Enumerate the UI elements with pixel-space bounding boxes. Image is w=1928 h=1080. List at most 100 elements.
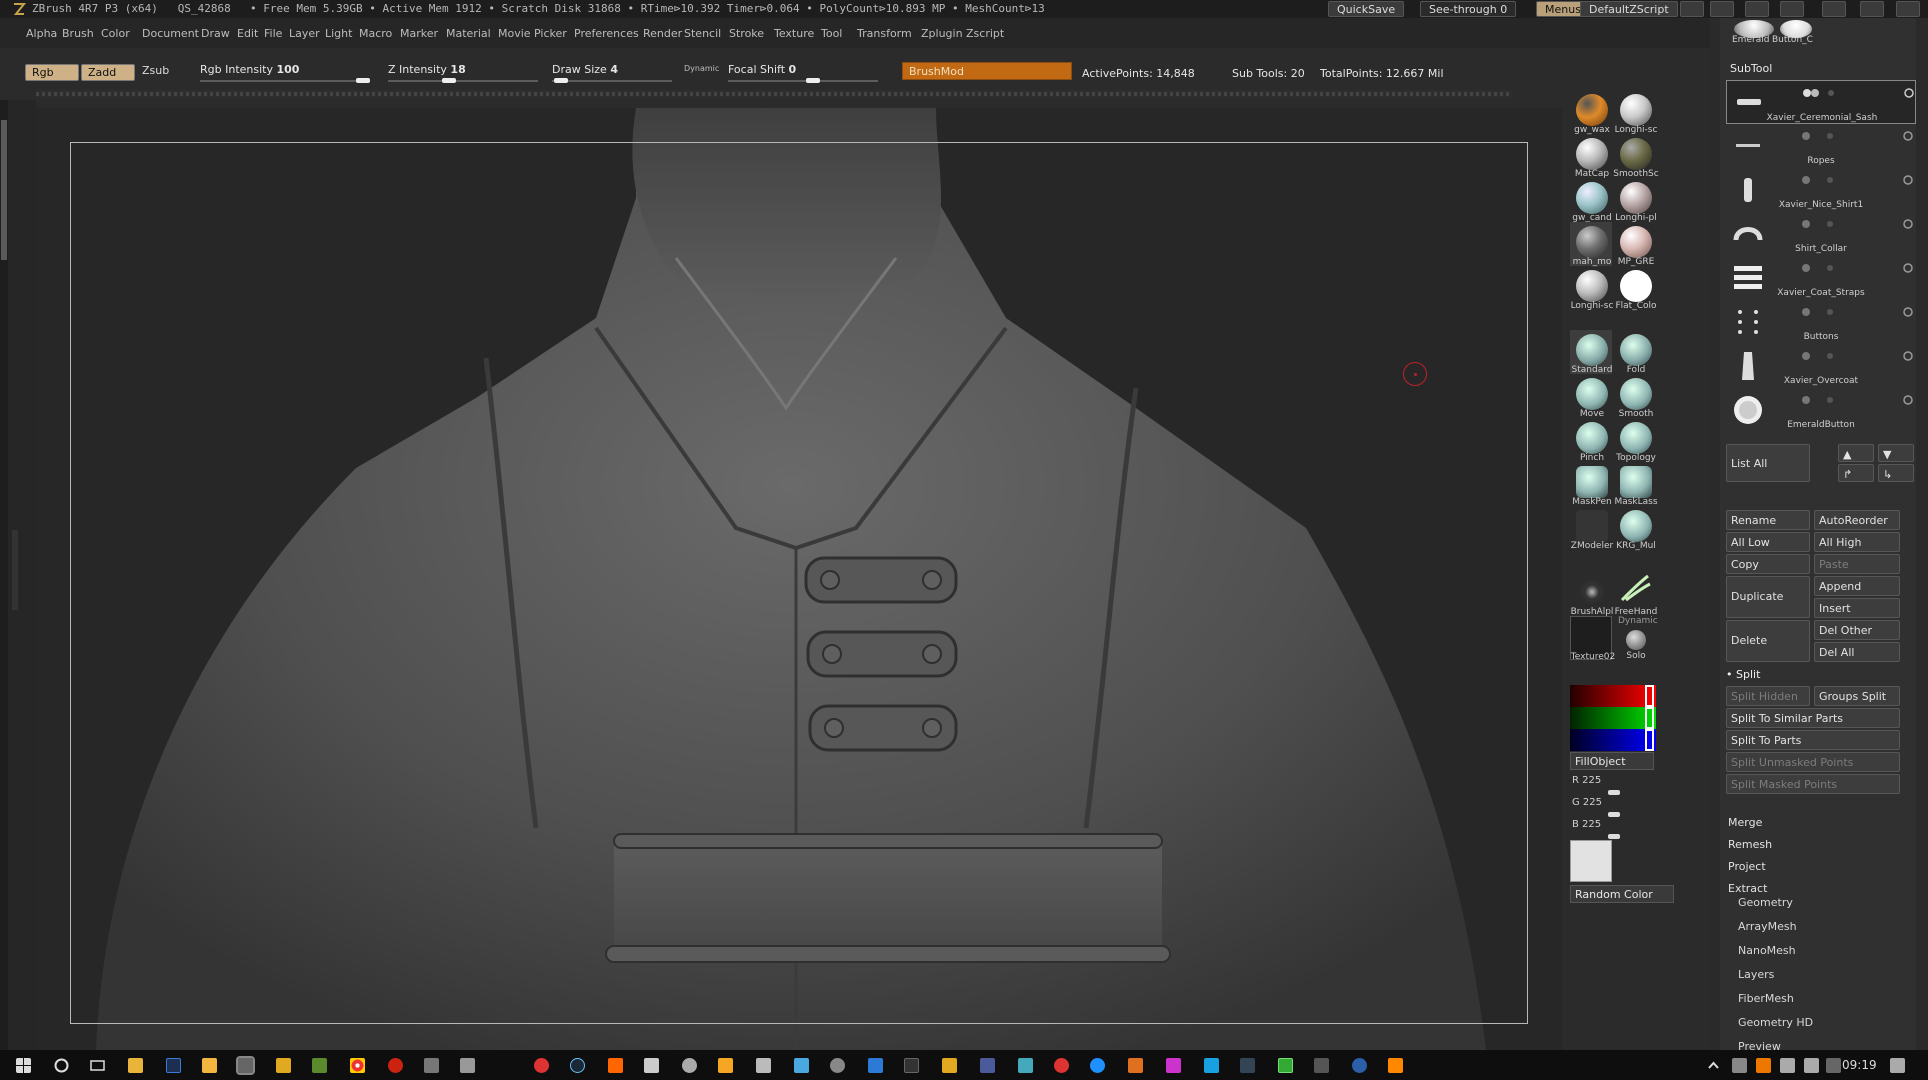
menu-render[interactable]: Render (643, 27, 682, 40)
app-icon[interactable] (1054, 1058, 1069, 1073)
left-tray-handle[interactable] (12, 530, 18, 610)
brush-thumb[interactable]: Move (1570, 374, 1612, 419)
split-unmasked-points-button[interactable]: Split Unmasked Points (1726, 752, 1900, 772)
app-icon[interactable] (1240, 1058, 1255, 1073)
zadd-toggle[interactable]: Zadd (81, 64, 135, 81)
tray-icon[interactable] (1756, 1058, 1771, 1073)
vscode-icon[interactable] (868, 1058, 883, 1073)
zsub-toggle[interactable]: Zsub (142, 64, 169, 77)
move-top-icon[interactable]: ↱ (1838, 464, 1874, 482)
app-icon[interactable] (1166, 1058, 1181, 1073)
app-icon[interactable] (460, 1058, 475, 1073)
windows-start-icon[interactable] (16, 1058, 31, 1073)
subtool-visibility-icons[interactable] (1798, 170, 1918, 185)
z-intensity-handle[interactable] (442, 78, 456, 83)
subtool-item[interactable]: EmeraldButton (1726, 388, 1916, 432)
app-icon[interactable] (534, 1058, 549, 1073)
append-button[interactable]: Append (1814, 576, 1900, 596)
geometry-section[interactable]: Geometry (1738, 896, 1793, 909)
extract-section[interactable]: Extract (1728, 882, 1767, 895)
app-icon[interactable] (830, 1058, 845, 1073)
arraymesh-section[interactable]: ArrayMesh (1738, 920, 1797, 933)
project-section[interactable]: Project (1728, 860, 1766, 873)
app-icon[interactable] (756, 1058, 771, 1073)
app-m-icon[interactable] (276, 1058, 291, 1073)
brush-thumb[interactable]: Fold (1614, 330, 1656, 375)
rgb-toggle[interactable]: Rgb (25, 64, 79, 81)
brush-thumb[interactable]: Smooth (1614, 374, 1656, 419)
fill-object-button[interactable]: FillObject (1570, 752, 1654, 770)
menu-movie[interactable]: Movie (498, 27, 531, 40)
menu-marker[interactable]: Marker (400, 27, 438, 40)
subtool-visibility-icons[interactable] (1798, 390, 1918, 405)
app-icon[interactable] (980, 1058, 995, 1073)
groups-split-button[interactable]: Groups Split (1814, 686, 1900, 706)
rgb-intensity-handle[interactable] (356, 78, 370, 83)
default-zscript-button[interactable]: DefaultZScript (1580, 1, 1678, 17)
geometry-hd-section[interactable]: Geometry HD (1738, 1016, 1813, 1029)
delete-button[interactable]: Delete (1726, 620, 1810, 662)
copy-button[interactable]: Copy (1726, 554, 1810, 574)
steam-icon[interactable] (570, 1058, 585, 1073)
material-thumb[interactable]: Longhi-sc (1570, 266, 1613, 311)
app-icon[interactable] (682, 1058, 697, 1073)
blue-value[interactable]: B 225 (1572, 819, 1601, 830)
brush-thumb[interactable]: Topology (1614, 418, 1656, 463)
menu-brush[interactable]: Brush (62, 27, 94, 40)
layout-arrows-icon[interactable] (1680, 1, 1704, 17)
record-icon[interactable] (388, 1058, 403, 1073)
taskbar-clock[interactable]: 09:19 (1842, 1058, 1877, 1072)
split-hidden-button[interactable]: Split Hidden (1726, 686, 1810, 706)
z-intensity-slider[interactable]: Z Intensity 18 (388, 63, 466, 76)
brush-thumb[interactable]: MaskPen (1570, 462, 1612, 507)
focal-shift-track[interactable] (728, 80, 878, 82)
menu-stencil[interactable]: Stencil (684, 27, 721, 40)
duplicate-button[interactable]: Duplicate (1726, 576, 1810, 618)
palette-toggle-icon[interactable] (1710, 1, 1734, 17)
nanomesh-section[interactable]: NanoMesh (1738, 944, 1796, 957)
insert-button[interactable]: Insert (1814, 598, 1900, 618)
draw-size-slider[interactable]: Draw Size 4 (552, 63, 618, 76)
menu-document[interactable]: Document (142, 27, 199, 40)
app-icon[interactable] (794, 1058, 809, 1073)
app-icon[interactable] (644, 1058, 659, 1073)
app-icon[interactable] (1128, 1058, 1143, 1073)
menu-color[interactable]: Color (101, 27, 130, 40)
brush-thumb[interactable]: ZModeler (1570, 506, 1613, 551)
skype-icon[interactable] (1204, 1058, 1219, 1073)
minimize-icon[interactable] (1822, 1, 1846, 17)
left-scrollbar[interactable] (0, 100, 8, 1050)
material-thumb[interactable]: Flat_Colo (1614, 266, 1657, 311)
subtool-visibility-icons[interactable] (1798, 302, 1918, 317)
focal-shift-handle[interactable] (806, 78, 820, 83)
menu-alpha[interactable]: Alpha (26, 27, 57, 40)
tray-icon[interactable] (1732, 1058, 1747, 1073)
split-section-header[interactable]: • Split (1726, 668, 1760, 681)
menu-tool[interactable]: Tool (821, 27, 842, 40)
menu-file[interactable]: File (264, 27, 282, 40)
all-high-button[interactable]: All High (1814, 532, 1900, 552)
ui-color-icon[interactable] (1780, 1, 1804, 17)
app-icon[interactable] (1278, 1058, 1293, 1073)
dynamic-solo-toggle[interactable]: Dynamic Solo (1614, 616, 1658, 661)
material-thumb[interactable]: gw_cand (1570, 178, 1612, 223)
subtool-visibility-icons[interactable] (1798, 214, 1918, 229)
app-icon[interactable] (1388, 1058, 1403, 1073)
main-color-swatch[interactable] (1570, 840, 1612, 882)
canvas-viewport[interactable] (36, 108, 1562, 1050)
stroke-thumb[interactable]: FreeHand (1614, 572, 1657, 617)
photoshop-icon[interactable] (166, 1058, 181, 1073)
subtool-visibility-icons[interactable] (1798, 346, 1918, 361)
split-to-similar-parts-button[interactable]: Split To Similar Parts (1726, 708, 1900, 728)
pen-icon[interactable] (1780, 1058, 1795, 1073)
notification-icon[interactable] (1890, 1058, 1905, 1073)
app-icon[interactable] (608, 1058, 623, 1073)
blue-slider-handle[interactable] (1608, 834, 1620, 839)
menu-draw[interactable]: Draw (201, 27, 230, 40)
subtool-item[interactable]: Xavier_Overcoat (1726, 344, 1916, 388)
rename-button[interactable]: Rename (1726, 510, 1810, 530)
menu-stroke[interactable]: Stroke (729, 27, 764, 40)
quicksave-button[interactable]: QuickSave (1328, 1, 1405, 17)
split-to-parts-button[interactable]: Split To Parts (1726, 730, 1900, 750)
random-color-button[interactable]: Random Color (1570, 885, 1674, 903)
